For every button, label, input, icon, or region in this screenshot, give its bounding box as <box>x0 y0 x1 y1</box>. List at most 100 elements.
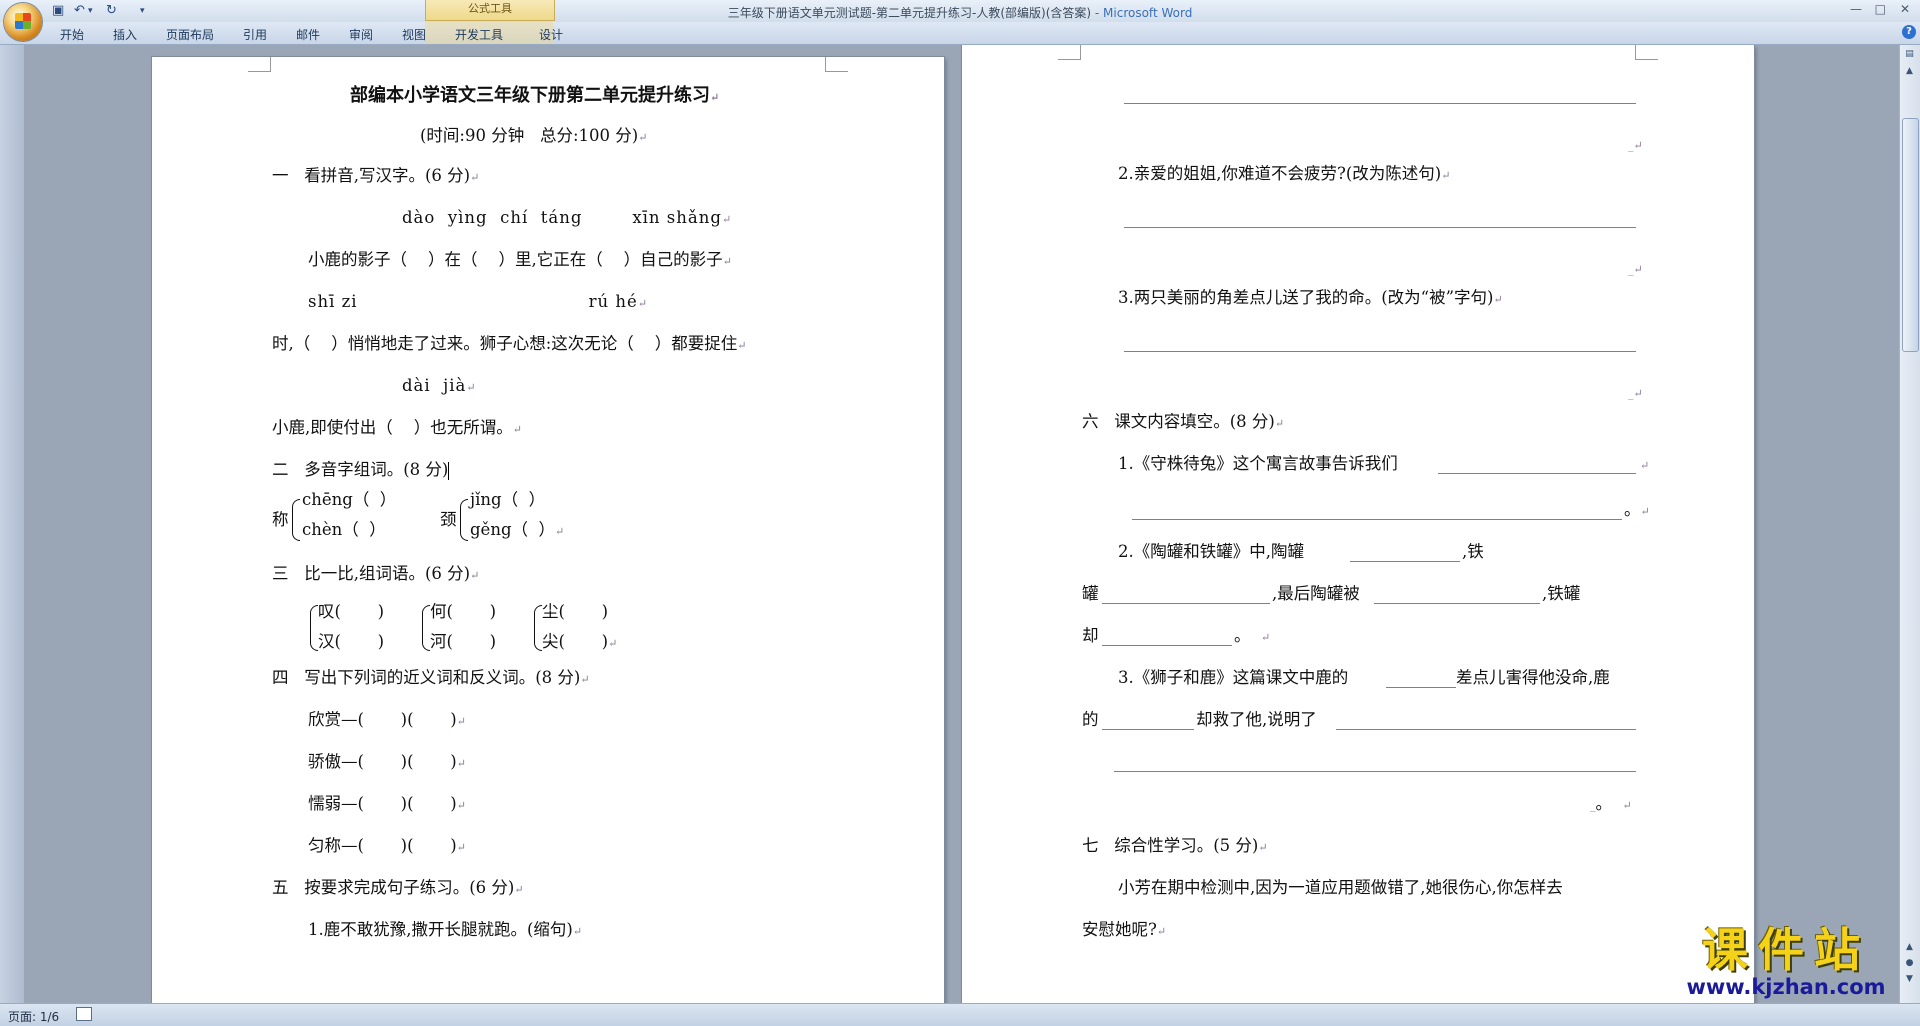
q2-char-1: 称 <box>272 510 289 529</box>
q3-item-2a: 何( ) <box>430 602 497 621</box>
document-area[interactable]: 部编本小学语文三年级下册第二单元提升练习↵ (时间:90 分钟 总分:100 分… <box>0 45 1900 1003</box>
crop-mark <box>248 57 271 72</box>
q6-item-3: 3.《狮子和鹿》这篇课文中鹿的 <box>1118 668 1349 687</box>
q4-heading: 四 写出下列词的近义词和反义词。(8 分)↵ <box>272 668 590 687</box>
q6-item-1-end: 。↵ <box>1624 500 1650 519</box>
browse-object-icon[interactable]: ● <box>1903 957 1916 970</box>
scrollbar-thumb[interactable] <box>1902 118 1919 352</box>
q6-item-2: 2.《陶罐和铁罐》中,陶罐 <box>1118 542 1304 561</box>
vertical-scrollbar[interactable]: ▤ ▲ ▲ ● ▼ <box>1899 45 1920 1003</box>
answer-line[interactable] <box>1102 645 1232 646</box>
q1-sentence-1: 小鹿的影子（ ）在（ ）里,它正在（ ）自己的影子↵ <box>308 250 732 269</box>
q3-item-1a: 叹( ) <box>318 602 385 621</box>
tab-review[interactable]: 审阅 <box>349 26 373 43</box>
q1-sentence-3: 小鹿,即使付出（ ）也无所谓。↵ <box>272 418 522 437</box>
q2-heading: 二 多音字组词。(8 分) <box>272 460 450 480</box>
brace <box>422 605 430 651</box>
q4-item: 匀称—( )( )↵ <box>308 836 466 855</box>
brace <box>534 605 542 651</box>
answer-line[interactable] <box>1336 729 1636 730</box>
minimize-button[interactable]: — <box>1850 2 1862 16</box>
next-page-icon[interactable]: ▼ <box>1903 973 1916 986</box>
q4-item: 懦弱—( )( )↵ <box>308 794 466 813</box>
q3-item-1b: 汉( ) <box>318 632 385 651</box>
q6-item-3-text: 的 <box>1082 710 1099 729</box>
contextual-tab-group-label: 公式工具 <box>425 0 555 21</box>
paragraph-mark: _↵ <box>1628 139 1643 152</box>
q6-heading: 六 课文内容填空。(8 分)↵ <box>1082 412 1285 431</box>
answer-line[interactable] <box>1374 603 1540 604</box>
q6-item-2-text: ,最后陶罐被 <box>1272 584 1360 603</box>
q2-reading-1b: chèn（ ） <box>302 520 386 539</box>
q1-pinyin-1: dào yìng chí táng xīn shǎng↵ <box>402 208 733 227</box>
q4-item: 骄傲—( )( )↵ <box>308 752 466 771</box>
answer-line[interactable] <box>1438 473 1636 474</box>
ribbon-tabs: 开始 插入 页面布局 引用 邮件 审阅 视图 开发工具 设计 <box>0 22 1920 45</box>
document-page-2[interactable]: _↵ 2.亲爱的姐姐,你难道不会疲劳?(改为陈述句)↵ _↵ 3.两只美丽的角差… <box>962 45 1754 1003</box>
answer-line[interactable] <box>1124 103 1636 104</box>
answer-line[interactable] <box>1132 519 1622 520</box>
q3-item-3b: 尖( )↵ <box>542 632 618 651</box>
answer-line[interactable] <box>1102 729 1194 730</box>
q7-heading: 七 综合性学习。(5 分)↵ <box>1082 836 1268 855</box>
q7-text-2: 安慰她呢?↵ <box>1082 920 1167 939</box>
tab-home[interactable]: 开始 <box>60 26 84 43</box>
q5-item-1: 1.鹿不敢犹豫,撒开长腿就跑。(缩句)↵ <box>308 920 583 939</box>
site-watermark: 课件站 www.kjzhan.com <box>1668 924 1904 1002</box>
answer-line[interactable] <box>1114 771 1636 772</box>
maximize-button[interactable]: □ <box>1875 2 1886 16</box>
q5-item-2: 2.亲爱的姐姐,你难道不会疲劳?(改为陈述句)↵ <box>1118 164 1451 183</box>
answer-line[interactable] <box>1102 603 1270 604</box>
answer-line[interactable] <box>1124 227 1636 228</box>
page-counter[interactable]: 页面: 1/6 <box>8 1008 59 1025</box>
document-page-1[interactable]: 部编本小学语文三年级下册第二单元提升练习↵ (时间:90 分钟 总分:100 分… <box>152 57 944 1003</box>
vertical-ruler <box>0 45 24 1003</box>
watermark-url: www.kjzhan.com <box>1686 975 1886 999</box>
help-icon[interactable]: ? <box>1902 25 1916 39</box>
q6-item-2-text: ,铁罐 <box>1542 584 1581 603</box>
text-cursor <box>448 461 450 480</box>
watermark-name: 课件站 <box>1702 923 1870 977</box>
tab-view[interactable]: 视图 <box>402 26 426 43</box>
crop-mark <box>825 57 848 72</box>
brace <box>460 499 468 541</box>
q4-item: 欣赏—( )( )↵ <box>308 710 466 729</box>
q6-item-2-text: 却 <box>1082 626 1099 645</box>
tab-design[interactable]: 设计 <box>539 26 563 43</box>
q3-item-3a: 尘( ) <box>542 602 609 621</box>
paragraph-mark: _↵ <box>1628 387 1643 400</box>
q1-heading: 一 看拼音,写汉字。(6 分)↵ <box>272 166 480 185</box>
ruler-toggle-icon[interactable]: ▤ <box>1903 48 1916 61</box>
document-title: 部编本小学语文三年级下册第二单元提升练习↵ <box>350 85 720 106</box>
document-subtitle: (时间:90 分钟 总分:100 分)↵ <box>420 126 648 145</box>
tab-insert[interactable]: 插入 <box>113 26 137 43</box>
q2-reading-2b: gěng（ ）↵ <box>470 520 565 539</box>
crop-mark <box>1058 45 1081 60</box>
office-button[interactable] <box>4 3 42 41</box>
brace <box>310 605 318 651</box>
office-logo-icon <box>15 13 31 29</box>
answer-line[interactable] <box>1350 561 1460 562</box>
previous-page-icon[interactable]: ▲ <box>1903 941 1916 954</box>
paragraph-mark: ↵ <box>1640 459 1650 472</box>
q2-reading-2a: jǐng（ ） <box>470 490 546 509</box>
tab-page-layout[interactable]: 页面布局 <box>166 26 214 43</box>
q6-item-3-end: _。 ↵ <box>1590 794 1632 813</box>
tab-references[interactable]: 引用 <box>243 26 267 43</box>
answer-line[interactable] <box>1386 687 1456 688</box>
q7-text-1: 小芳在期中检测中,因为一道应用题做错了,她很伤心,你怎样去 <box>1118 878 1563 897</box>
tab-mailings[interactable]: 邮件 <box>296 26 320 43</box>
answer-line[interactable] <box>1124 351 1636 352</box>
close-button[interactable]: ✕ <box>1900 2 1910 16</box>
scroll-up-icon[interactable]: ▲ <box>1903 65 1916 78</box>
q6-item-3-text: 差点儿害得他没命,鹿 <box>1456 668 1610 687</box>
q2-char-2: 颈 <box>440 510 457 529</box>
tab-developer[interactable]: 开发工具 <box>455 26 503 43</box>
crop-mark <box>1635 45 1658 60</box>
q6-item-3-text: 却救了他,说明了 <box>1196 710 1317 729</box>
q1-pinyin-3: dài jià↵ <box>402 376 477 395</box>
q5-heading: 五 按要求完成句子练习。(6 分)↵ <box>272 878 524 897</box>
q1-pinyin-2: shī zi rú hé↵ <box>308 292 649 311</box>
proofing-icon[interactable] <box>76 1007 92 1021</box>
q6-item-1: 1.《守株待兔》这个寓言故事告诉我们 <box>1118 454 1398 473</box>
